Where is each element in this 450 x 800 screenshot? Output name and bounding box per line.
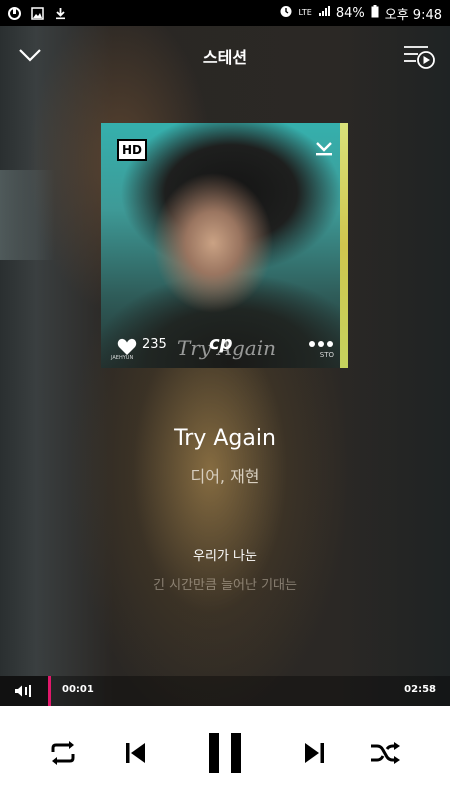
lyric-next-line[interactable]: 긴 시간만큼 늘어난 기대는 (0, 574, 450, 593)
song-title: Try Again (174, 426, 276, 451)
image-notification-icon (31, 6, 44, 20)
playback-controls (0, 706, 450, 800)
more-options-icon[interactable] (309, 341, 333, 347)
shuffle-icon (371, 742, 400, 764)
download-notification-icon (54, 7, 67, 20)
like-count: 235 (142, 337, 167, 352)
repeat-icon (51, 741, 75, 765)
skip-previous-icon (126, 743, 145, 763)
seek-bar-fill (48, 676, 51, 706)
status-bar: LTE 84% 오후 9:48 (0, 0, 450, 26)
hd-badge: HD (117, 139, 147, 161)
shuffle-button[interactable] (362, 706, 408, 800)
playlist-icon[interactable] (402, 42, 436, 70)
battery-percent: 84% (335, 5, 365, 21)
artist-name[interactable]: 디어, 재현 (0, 463, 450, 487)
signal-icon (318, 5, 330, 21)
lyric-current-line[interactable]: 우리가 나눈 (0, 545, 450, 564)
alarm-icon (279, 4, 293, 22)
progress-area: 00:01 02:58 (0, 676, 450, 706)
player-header: 스테션 (0, 26, 450, 84)
total-time: 02:58 (404, 684, 436, 695)
previous-button[interactable] (112, 706, 158, 800)
pause-icon (209, 733, 241, 773)
download-icon[interactable] (314, 137, 334, 157)
next-button[interactable] (292, 706, 338, 800)
seek-bar[interactable] (48, 676, 450, 706)
current-time: 00:01 (62, 684, 94, 695)
network-type-label: LTE (298, 8, 312, 17)
cp-logo: cp (209, 333, 233, 354)
skip-next-icon (305, 743, 324, 763)
app-notification-icon (8, 6, 21, 20)
pause-button[interactable] (196, 706, 254, 800)
page-title: 스테션 (202, 48, 248, 67)
cover-label-text: STO (319, 351, 334, 359)
like-heart-icon[interactable] (117, 338, 137, 356)
volume-icon[interactable] (0, 676, 48, 706)
clock: 오후 9:48 (384, 7, 442, 23)
album-art[interactable]: HD JAEHYUN 235 Try Again cp STO (101, 123, 348, 368)
repeat-button[interactable] (40, 706, 86, 800)
battery-icon (371, 4, 379, 22)
